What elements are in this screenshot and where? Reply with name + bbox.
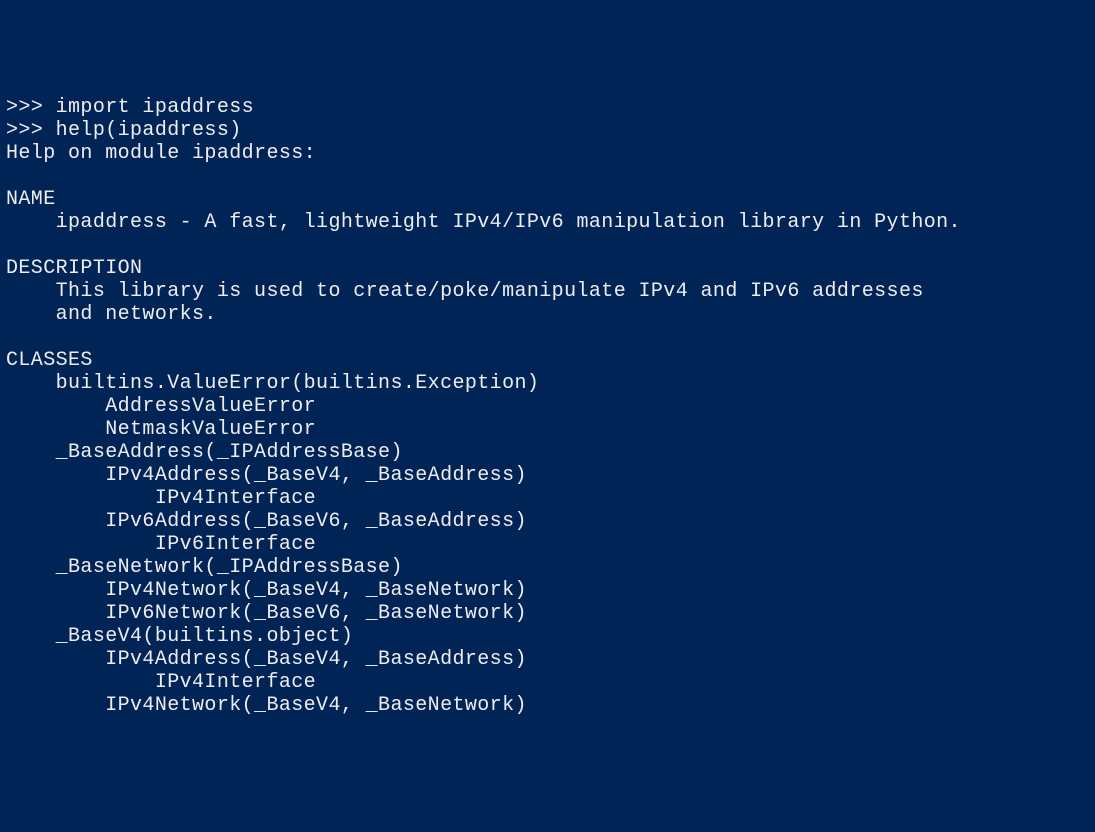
terminal-line: ipaddress - A fast, lightweight IPv4/IPv… bbox=[6, 211, 961, 234]
terminal-line: IPv4Interface bbox=[6, 487, 316, 510]
terminal-line: DESCRIPTION bbox=[6, 257, 142, 280]
terminal-line: import ipaddress bbox=[56, 96, 254, 119]
terminal-line: IPv4Interface bbox=[6, 671, 316, 694]
terminal-line: IPv4Network(_BaseV4, _BaseNetwork) bbox=[6, 694, 527, 717]
terminal-line: builtins.ValueError(builtins.Exception) bbox=[6, 372, 539, 395]
terminal-line: NetmaskValueError bbox=[6, 418, 316, 441]
terminal-line: CLASSES bbox=[6, 349, 93, 372]
terminal-line: help(ipaddress) bbox=[56, 119, 242, 142]
terminal-line: AddressValueError bbox=[6, 395, 316, 418]
repl-prompt: >>> bbox=[6, 119, 56, 142]
terminal-line: IPv6Interface bbox=[6, 533, 316, 556]
terminal-line: _BaseNetwork(_IPAddressBase) bbox=[6, 556, 403, 579]
terminal-output[interactable]: >>> import ipaddress >>> help(ipaddress)… bbox=[6, 96, 1089, 717]
terminal-line: IPv6Address(_BaseV6, _BaseAddress) bbox=[6, 510, 527, 533]
terminal-line: This library is used to create/poke/mani… bbox=[6, 280, 924, 303]
terminal-line: and networks. bbox=[6, 303, 217, 326]
terminal-line: _BaseAddress(_IPAddressBase) bbox=[6, 441, 403, 464]
terminal-line: IPv4Network(_BaseV4, _BaseNetwork) bbox=[6, 579, 527, 602]
terminal-line: Help on module ipaddress: bbox=[6, 142, 316, 165]
repl-prompt: >>> bbox=[6, 96, 56, 119]
terminal-line: _BaseV4(builtins.object) bbox=[6, 625, 353, 648]
terminal-line: IPv6Network(_BaseV6, _BaseNetwork) bbox=[6, 602, 527, 625]
terminal-line: NAME bbox=[6, 188, 56, 211]
terminal-line: IPv4Address(_BaseV4, _BaseAddress) bbox=[6, 464, 527, 487]
terminal-line: IPv4Address(_BaseV4, _BaseAddress) bbox=[6, 648, 527, 671]
